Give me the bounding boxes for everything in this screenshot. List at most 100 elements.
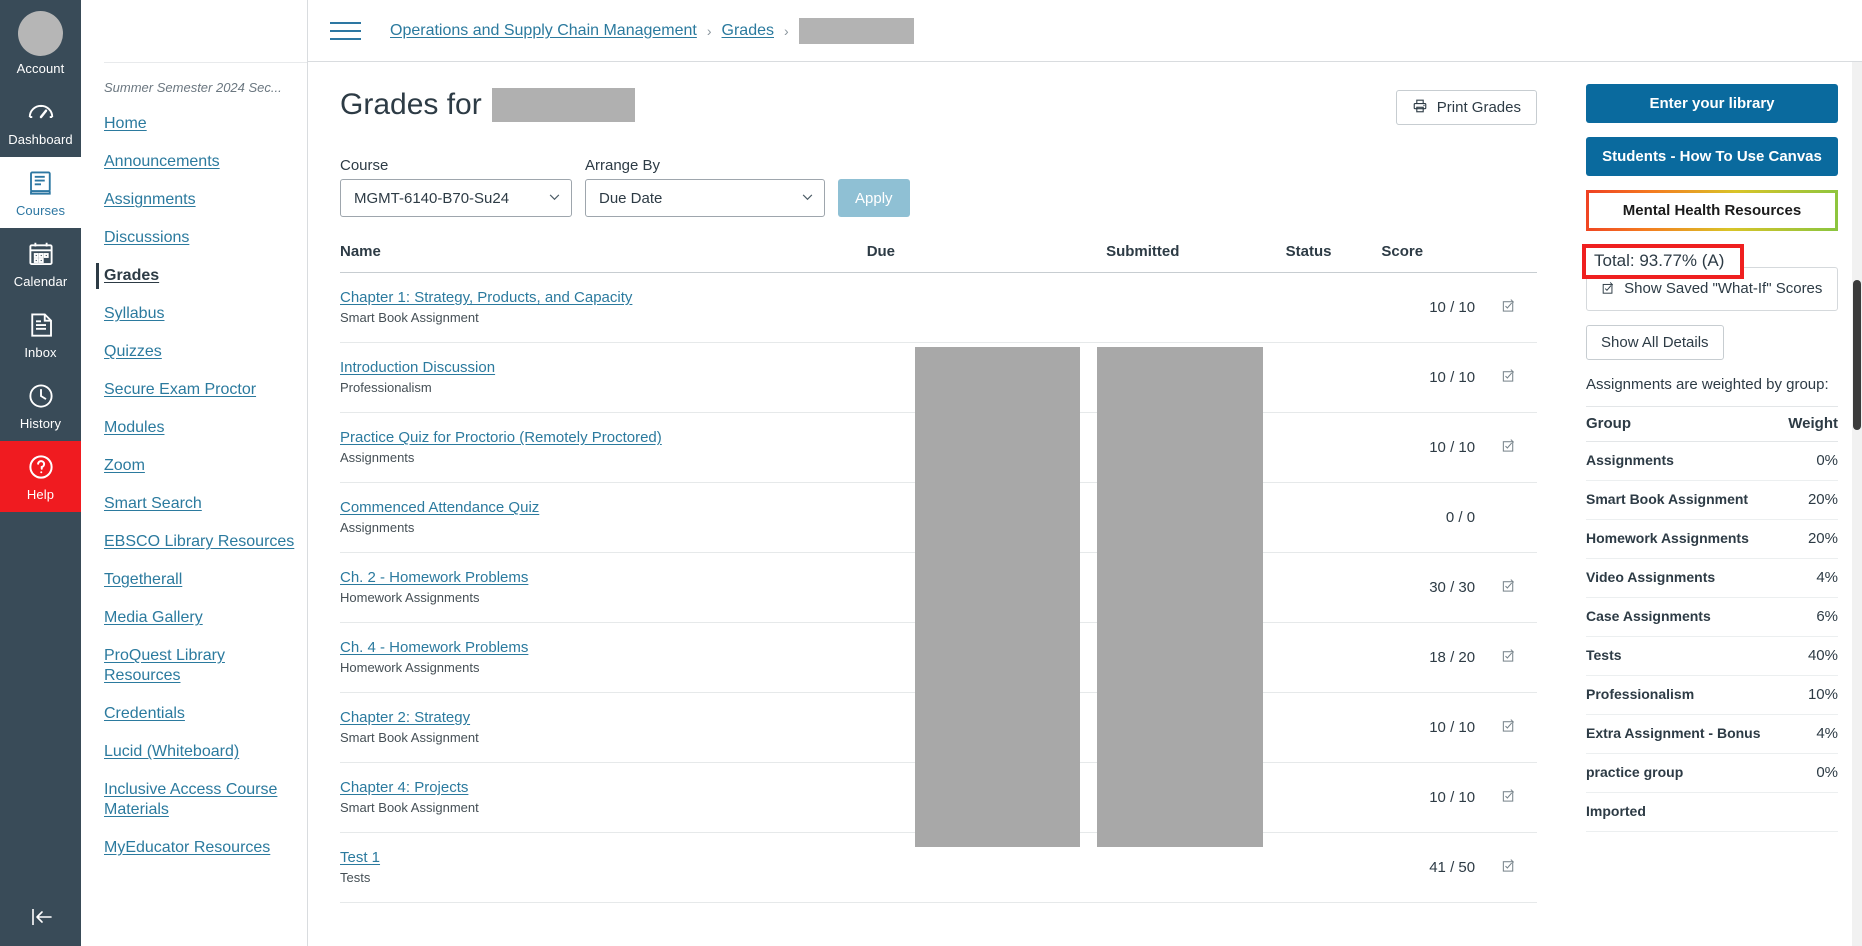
global-nav-label-calendar: Calendar: [13, 274, 68, 289]
whatif-icon-cell[interactable]: [1489, 482, 1537, 553]
whatif-icon-cell[interactable]: [1489, 412, 1537, 483]
global-nav-item-help[interactable]: Help: [0, 441, 81, 512]
due-cell: [866, 552, 1107, 623]
global-nav-item-calendar[interactable]: Calendar: [0, 228, 81, 299]
course-nav-item-lucid-whiteboard[interactable]: Lucid (Whiteboard): [81, 733, 307, 771]
whatif-icon-cell[interactable]: [1489, 762, 1537, 833]
assignment-link[interactable]: Introduction Discussion: [340, 359, 495, 376]
column-header-score[interactable]: Score: [1381, 243, 1490, 273]
breadcrumb: Operations and Supply Chain Management ›…: [390, 17, 914, 44]
assignment-link[interactable]: Chapter 2: Strategy: [340, 709, 470, 726]
assignment-link[interactable]: Practice Quiz for Proctorio (Remotely Pr…: [340, 429, 662, 446]
whatif-pencil-checkbox-icon[interactable]: [1501, 789, 1516, 807]
weights-group-value: 40%: [1782, 636, 1838, 676]
global-nav-item-inbox[interactable]: Inbox: [0, 299, 81, 370]
assignment-link[interactable]: Commenced Attendance Quiz: [340, 499, 539, 516]
course-nav-item-home[interactable]: Home: [81, 105, 307, 143]
course-nav-item-grades[interactable]: Grades: [81, 257, 307, 295]
course-nav-item-ebsco-library-resources[interactable]: EBSCO Library Resources: [81, 523, 307, 561]
whatif-icon-cell[interactable]: [1489, 832, 1537, 903]
course-nav-item-modules[interactable]: Modules: [81, 409, 307, 447]
column-header-due[interactable]: Due: [866, 243, 1107, 273]
page-scrollbar-thumb[interactable]: [1853, 280, 1861, 430]
whatif-pencil-checkbox-icon[interactable]: [1501, 649, 1516, 667]
submitted-cell: [1106, 622, 1286, 693]
page-scrollbar[interactable]: [1852, 62, 1862, 946]
score-cell: 18 / 20: [1381, 622, 1490, 693]
breadcrumb-separator: ›: [784, 22, 789, 39]
global-nav-item-history[interactable]: History: [0, 370, 81, 441]
course-nav-item-announcements[interactable]: Announcements: [81, 143, 307, 181]
breadcrumb-item-course[interactable]: Operations and Supply Chain Management: [390, 22, 697, 40]
whatif-pencil-checkbox-icon[interactable]: [1501, 719, 1516, 737]
course-nav-item-media-gallery[interactable]: Media Gallery: [81, 599, 307, 637]
grades-sidebar: Enter your library Students - How To Use…: [1567, 62, 1862, 946]
weights-group-value: 4%: [1782, 714, 1838, 754]
whatif-icon-cell[interactable]: [1489, 342, 1537, 413]
course-nav-item-proquest-library-resources[interactable]: ProQuest Library Resources: [81, 637, 307, 695]
column-header-name[interactable]: Name: [340, 243, 867, 273]
global-nav-label-account: Account: [16, 61, 65, 76]
score-cell: 10 / 10: [1381, 272, 1490, 343]
course-nav-item-assignments[interactable]: Assignments: [81, 181, 307, 219]
global-nav-item-account[interactable]: Account: [0, 0, 81, 86]
apply-button[interactable]: Apply: [838, 179, 910, 217]
collapse-nav-button[interactable]: [0, 890, 81, 946]
assignment-link[interactable]: Ch. 4 - Homework Problems: [340, 639, 528, 656]
whatif-icon-cell[interactable]: [1489, 622, 1537, 693]
due-cell: [866, 762, 1107, 833]
submitted-cell: [1106, 482, 1286, 553]
page-title-text: Grades for: [340, 88, 482, 121]
whatif-icon-cell[interactable]: [1489, 692, 1537, 763]
assignment-link[interactable]: Chapter 4: Projects: [340, 779, 468, 796]
assignment-link[interactable]: Ch. 2 - Homework Problems: [340, 569, 528, 586]
weights-group-name: Tests: [1586, 636, 1783, 676]
inbox-icon: [26, 310, 56, 340]
assignment-group-label: Smart Book Assignment: [340, 310, 479, 325]
assignment-link[interactable]: Test 1: [340, 849, 380, 866]
hamburger-menu-icon[interactable]: [330, 16, 364, 46]
whatif-pencil-checkbox-icon[interactable]: [1501, 859, 1516, 877]
column-header-blank: [1489, 243, 1537, 273]
course-nav-item-syllabus[interactable]: Syllabus: [81, 295, 307, 333]
arrange-by-select[interactable]: Due Date: [585, 179, 825, 217]
weights-row: Video Assignments 4%: [1586, 558, 1838, 598]
whatif-pencil-checkbox-icon[interactable]: [1501, 369, 1516, 387]
weights-group-value: 20%: [1782, 519, 1838, 559]
submitted-cell: [1106, 342, 1286, 413]
whatif-pencil-checkbox-icon[interactable]: [1501, 299, 1516, 317]
course-nav-list: Home Announcements Assignments Discussio…: [81, 105, 307, 867]
weights-group-value: 0%: [1782, 441, 1838, 481]
breadcrumb-item-grades[interactable]: Grades: [722, 22, 774, 40]
course-nav-item-secure-exam-proctor[interactable]: Secure Exam Proctor: [81, 371, 307, 409]
whatif-pencil-checkbox-icon[interactable]: [1501, 579, 1516, 597]
column-header-status[interactable]: Status: [1285, 243, 1382, 273]
whatif-icon-cell[interactable]: [1489, 552, 1537, 623]
show-all-details-button[interactable]: Show All Details: [1586, 325, 1724, 360]
course-nav-item-discussions[interactable]: Discussions: [81, 219, 307, 257]
course-select[interactable]: MGMT-6140-B70-Su24: [340, 179, 572, 217]
status-cell: [1285, 482, 1382, 553]
mental-health-resources-button[interactable]: Mental Health Resources: [1586, 190, 1838, 231]
avatar-icon: [18, 11, 63, 56]
assignment-link[interactable]: Chapter 1: Strategy, Products, and Capac…: [340, 289, 632, 306]
history-clock-icon: [26, 381, 56, 411]
whatif-icon-cell[interactable]: [1489, 272, 1537, 343]
course-nav-item-inclusive-access-course-materials[interactable]: Inclusive Access Course Materials: [81, 771, 307, 829]
course-nav-item-quizzes[interactable]: Quizzes: [81, 333, 307, 371]
global-nav-item-courses[interactable]: Courses: [0, 157, 81, 228]
course-nav-item-myeducator-resources[interactable]: MyEducator Resources: [81, 829, 307, 867]
global-nav-item-dashboard[interactable]: Dashboard: [0, 86, 81, 157]
due-cell: [866, 272, 1107, 343]
course-nav-item-smart-search[interactable]: Smart Search: [81, 485, 307, 523]
whatif-pencil-checkbox-icon[interactable]: [1501, 439, 1516, 457]
print-grades-button[interactable]: Print Grades: [1395, 90, 1537, 125]
weights-group-name: Assignments: [1586, 441, 1783, 481]
column-header-submitted[interactable]: Submitted: [1106, 243, 1286, 273]
course-nav-item-togetherall[interactable]: Togetherall: [81, 561, 307, 599]
enter-your-library-button[interactable]: Enter your library: [1586, 84, 1838, 123]
course-nav-item-credentials[interactable]: Credentials: [81, 695, 307, 733]
course-nav-item-zoom[interactable]: Zoom: [81, 447, 307, 485]
students-how-to-use-canvas-button[interactable]: Students - How To Use Canvas: [1586, 137, 1838, 176]
calendar-icon: [26, 239, 56, 269]
